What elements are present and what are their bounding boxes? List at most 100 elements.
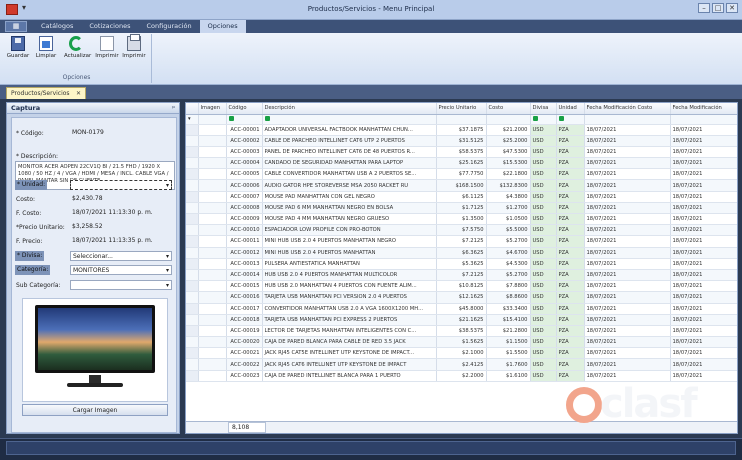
filter-icon[interactable]	[264, 115, 270, 121]
table-row[interactable]: ACC-00001 ADAPTADOR UNIVERSAL FACTBOOK MA…	[186, 124, 737, 136]
column-header[interactable]: Unidad	[556, 103, 585, 115]
codigo-field[interactable]: MON-0179	[70, 128, 172, 138]
row-indicator[interactable]	[186, 269, 199, 282]
table-row[interactable]: ACC-00008 MOUSE PAD 6 MM MANHATTAN NEGRO …	[186, 202, 737, 215]
table-row[interactable]: ACC-00017 CONVERTIDOR MANHATTAN USB 2.0 A…	[186, 303, 737, 315]
row-indicator[interactable]	[186, 258, 199, 270]
costo-field[interactable]: $2,430.78	[70, 194, 172, 204]
save-button[interactable]: Guardar	[6, 36, 30, 59]
descripcion-cell: TARJETA USB MANHATTAN PCI VERSION 2.0 4 …	[262, 291, 437, 304]
column-header[interactable]: Costo	[486, 103, 531, 115]
table-row[interactable]: ACC-00012 MINI HUB USB 2.0 4 PUERTOS MANH…	[186, 247, 737, 259]
table-row[interactable]: ACC-00015 HUB USB 2.0 MANHATTAN 4 PUERTOS…	[186, 280, 737, 293]
row-indicator[interactable]	[186, 314, 199, 326]
table-row[interactable]: ACC-00016 TARJETA USB MANHATTAN PCI VERSI…	[186, 291, 737, 304]
table-row[interactable]: ACC-00022 JACK RJ45 CAT6 INTELLINET UTP K…	[186, 358, 737, 371]
column-header[interactable]: Código	[226, 103, 263, 115]
table-row[interactable]: ACC-00005 CABLE CONVERTIDOR MANHATTAN USB…	[186, 168, 737, 181]
clear-button[interactable]: Limpiar	[34, 36, 58, 59]
fecha-mod-cell: 18/07/2021	[670, 314, 737, 326]
costo-cell: $4.5300	[486, 258, 531, 270]
table-row[interactable]: ACC-00014 HUB USB 2.0 4 PUERTOS MANHATTAN…	[186, 269, 737, 282]
row-indicator[interactable]	[186, 235, 199, 248]
table-row[interactable]: ACC-00021 JACK RJ45 CAT5E INTELLINET UTP …	[186, 347, 737, 360]
column-header[interactable]: Precio Unitario	[436, 103, 487, 115]
maximize-button[interactable]: □	[712, 3, 724, 13]
codigo-cell: ACC-00001	[226, 124, 263, 136]
column-header[interactable]	[186, 103, 199, 115]
table-row[interactable]: ACC-00003 PANEL DE PARCHEO INTELLINET CAT…	[186, 146, 737, 159]
print-preview-button[interactable]: Imprimir	[95, 36, 119, 59]
fecha-costo-cell: 18/07/2021	[584, 235, 671, 248]
menu-configuracion[interactable]: Configuración	[138, 20, 199, 33]
filter-icon[interactable]	[532, 115, 538, 121]
column-header[interactable]: Fecha Modificación	[670, 103, 737, 115]
row-indicator[interactable]	[186, 146, 199, 159]
menu-opciones[interactable]: Opciones	[199, 20, 246, 33]
table-row[interactable]: ACC-00023 CAJA DE PARED INTELLINET BLANCA…	[186, 370, 737, 382]
row-indicator[interactable]	[186, 291, 199, 304]
table-row[interactable]: ACC-00020 CAJA DE PARED BLANCA PARA CABLE…	[186, 336, 737, 349]
precio-field[interactable]: $3,258.52	[70, 222, 172, 232]
column-header[interactable]: Divisa	[530, 103, 557, 115]
table-row[interactable]: ACC-00011 MINI HUB USB 2.0 4 PUERTOS MANH…	[186, 235, 737, 248]
tab-productos-servicios[interactable]: Productos/Servicios ✕	[6, 87, 86, 99]
image-cell	[198, 179, 227, 192]
column-header[interactable]: Fecha Modificación Costo	[584, 103, 671, 115]
row-indicator[interactable]	[186, 280, 199, 293]
row-indicator[interactable]	[186, 358, 199, 371]
table-row[interactable]: ACC-00019 LECTOR DE TARJETAS MANHATTAN IN…	[186, 325, 737, 338]
table-row[interactable]: ACC-00006 AUDIO GATOR HPE STOREVERSE MSA …	[186, 179, 737, 192]
grid-filter-row[interactable]: ▾	[186, 114, 737, 125]
row-indicator[interactable]	[186, 247, 199, 259]
row-indicator[interactable]	[186, 370, 199, 382]
refresh-button[interactable]: Actualizar	[64, 36, 91, 59]
column-header[interactable]: Descripción	[262, 103, 437, 115]
file-menu-button[interactable]: ▦	[5, 21, 27, 32]
categoria-select[interactable]: MONITORES ▾	[70, 265, 172, 275]
pin-icon[interactable]: ᵖ	[172, 103, 175, 114]
row-indicator[interactable]	[186, 157, 199, 170]
row-indicator[interactable]	[186, 213, 199, 226]
unidad-cell: PZA	[556, 370, 585, 382]
divisa-select[interactable]: Seleccionar... ▾	[70, 251, 172, 261]
unidad-select[interactable]: ▾	[70, 180, 172, 190]
table-row[interactable]: ACC-00009 MOUSE PAD 4 MM MANHATTAN NEGRO …	[186, 213, 737, 226]
row-indicator[interactable]	[186, 336, 199, 349]
codigo-cell: ACC-00014	[226, 269, 263, 282]
row-indicator[interactable]	[186, 202, 199, 215]
filter-icon[interactable]	[228, 115, 234, 121]
table-row[interactable]: ACC-00013 PULSERA ANTIESTATICA MANHATTAN $…	[186, 258, 737, 270]
row-indicator[interactable]	[186, 135, 199, 147]
subcategoria-select[interactable]: ▾	[70, 280, 172, 290]
row-indicator[interactable]	[186, 347, 199, 360]
row-indicator[interactable]	[186, 224, 199, 237]
minimize-button[interactable]: –	[698, 3, 710, 13]
menu-catalogos[interactable]: Catálogos	[33, 20, 81, 33]
close-tab-icon[interactable]: ✕	[76, 88, 81, 99]
table-row[interactable]: ACC-00007 MOUSE PAD MANHATTAN CON GEL NEG…	[186, 191, 737, 203]
row-indicator[interactable]	[186, 325, 199, 338]
table-row[interactable]: ACC-00018 TARJETA USB MANHATTAN PCI EXPRE…	[186, 314, 737, 326]
filter-icon[interactable]	[558, 115, 564, 121]
column-header[interactable]: Imagen	[198, 103, 227, 115]
row-indicator: ▾	[186, 114, 199, 125]
table-row[interactable]: ACC-00004 CANDADO DE SEGURIDAD MANHATTAN …	[186, 157, 737, 170]
row-indicator[interactable]	[186, 303, 199, 315]
codigo-cell: ACC-00013	[226, 258, 263, 270]
row-indicator[interactable]	[186, 191, 199, 203]
divisa-cell: USD	[530, 314, 557, 326]
menu-cotizaciones[interactable]: Cotizaciones	[81, 20, 138, 33]
codigo-cell: ACC-00006	[226, 179, 263, 192]
captura-panel: Captura ᵖ * Código: MON-0179 * Descripci…	[6, 102, 180, 434]
load-image-button[interactable]: Cargar Imagen	[22, 404, 168, 416]
row-indicator[interactable]	[186, 124, 199, 136]
codigo-cell: ACC-00016	[226, 291, 263, 304]
row-indicator[interactable]	[186, 168, 199, 181]
print-button[interactable]: Imprimir	[122, 34, 146, 59]
table-row[interactable]: ACC-00002 CABLE DE PARCHEO INTELLINET CAT…	[186, 135, 737, 147]
row-indicator[interactable]	[186, 179, 199, 192]
close-button[interactable]: ✕	[726, 3, 738, 13]
table-row[interactable]: ACC-00010 ESPACIADOR LOW PROFILE CON PRO-…	[186, 224, 737, 237]
costo-cell: $47.5300	[486, 146, 531, 159]
